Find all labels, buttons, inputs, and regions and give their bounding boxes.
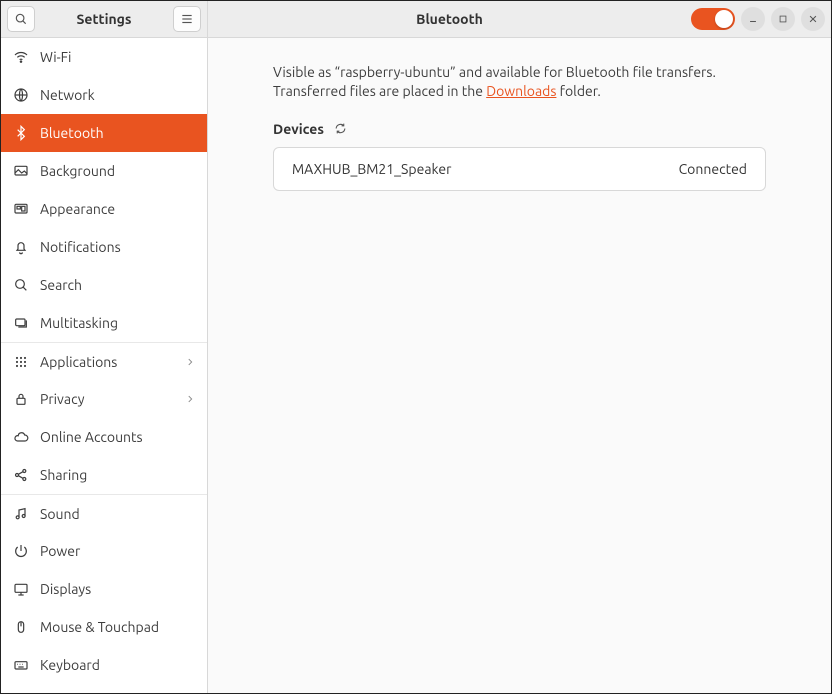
sidebar-item-label: Sound: [40, 506, 195, 522]
sidebar-item-label: Bluetooth: [40, 125, 195, 141]
sidebar-header: Settings: [1, 1, 207, 38]
device-status: Connected: [679, 161, 747, 177]
apps-icon: [13, 354, 29, 370]
chevron-right-icon: [185, 357, 195, 367]
sidebar-item-displays[interactable]: Displays: [1, 570, 207, 608]
devices-label: Devices: [273, 121, 324, 137]
bell-icon: [13, 239, 29, 255]
sidebar-item-label: Background: [40, 163, 195, 179]
sidebar-item-label: Appearance: [40, 201, 195, 217]
sidebar-item-label: Multitasking: [40, 315, 195, 331]
sidebar-item-network[interactable]: Network: [1, 76, 207, 114]
close-icon: [808, 14, 818, 24]
appearance-icon: [13, 201, 29, 217]
menu-button[interactable]: [173, 6, 201, 32]
multitask-icon: [13, 315, 29, 331]
hamburger-icon: [180, 12, 194, 26]
content: Visible as “raspberry-ubuntu” and availa…: [208, 38, 831, 191]
sidebar-item-mouse[interactable]: Mouse & Touchpad: [1, 608, 207, 646]
refresh-icon: [334, 122, 347, 135]
bluetooth-toggle[interactable]: [691, 8, 735, 30]
sidebar-item-applications[interactable]: Applications: [1, 342, 207, 380]
cloud-icon: [13, 429, 29, 445]
power-icon: [13, 543, 29, 559]
search-button[interactable]: [7, 6, 35, 32]
sound-icon: [13, 506, 29, 522]
background-icon: [13, 163, 29, 179]
sidebar-item-label: Sharing: [40, 467, 195, 483]
page-title: Bluetooth: [214, 11, 685, 27]
sidebar-item-label: Wi-Fi: [40, 49, 195, 65]
sidebar-title: Settings: [41, 11, 167, 27]
sidebar-item-label: Power: [40, 543, 195, 559]
displays-icon: [13, 581, 29, 597]
devices-header: Devices: [273, 121, 766, 137]
minimize-icon: [748, 14, 758, 24]
visibility-description: Visible as “raspberry-ubuntu” and availa…: [273, 63, 766, 101]
toggle-knob: [715, 10, 733, 28]
sidebar-item-sharing[interactable]: Sharing: [1, 456, 207, 494]
device-list: MAXHUB_BM21_Speaker Connected: [273, 147, 766, 191]
sidebar-item-label: Privacy: [40, 391, 174, 407]
globe-icon: [13, 87, 29, 103]
downloads-link[interactable]: Downloads: [486, 83, 556, 99]
sidebar-item-label: Displays: [40, 581, 195, 597]
sidebar-item-privacy[interactable]: Privacy: [1, 380, 207, 418]
sidebar-item-bluetooth[interactable]: Bluetooth: [1, 114, 207, 152]
sidebar-item-search[interactable]: Search: [1, 266, 207, 304]
sidebar-item-wifi[interactable]: Wi-Fi: [1, 38, 207, 76]
sidebar-item-notifications[interactable]: Notifications: [1, 228, 207, 266]
keyboard-icon: [13, 657, 29, 673]
sidebar-item-multitasking[interactable]: Multitasking: [1, 304, 207, 342]
device-row[interactable]: MAXHUB_BM21_Speaker Connected: [274, 148, 765, 190]
chevron-right-icon: [185, 394, 195, 404]
main: Bluetooth Visible as “: [208, 1, 831, 693]
sidebar-item-label: Network: [40, 87, 195, 103]
sidebar-item-label: Online Accounts: [40, 429, 195, 445]
share-icon: [13, 467, 29, 483]
sidebar-item-label: Notifications: [40, 239, 195, 255]
sidebar-item-label: Mouse & Touchpad: [40, 619, 195, 635]
sidebar-item-keyboard[interactable]: Keyboard: [1, 646, 207, 684]
mouse-icon: [13, 619, 29, 635]
search-icon: [14, 12, 28, 26]
wifi-icon: [13, 49, 29, 65]
search-icon: [13, 277, 29, 293]
lock-icon: [13, 391, 29, 407]
sidebar-item-label: Keyboard: [40, 657, 195, 673]
sidebar-item-label: Search: [40, 277, 195, 293]
main-header: Bluetooth: [208, 1, 831, 38]
sidebar-item-appearance[interactable]: Appearance: [1, 190, 207, 228]
sidebar-item-power[interactable]: Power: [1, 532, 207, 570]
minimize-button[interactable]: [741, 7, 765, 31]
close-button[interactable]: [801, 7, 825, 31]
sidebar-list: Wi-Fi Network Bluetooth Background: [1, 38, 207, 693]
bluetooth-icon: [13, 125, 29, 141]
sidebar-item-background[interactable]: Background: [1, 152, 207, 190]
maximize-button[interactable]: [771, 7, 795, 31]
maximize-icon: [778, 14, 788, 24]
sidebar: Settings Wi-Fi Network: [1, 1, 208, 693]
sidebar-item-sound[interactable]: Sound: [1, 494, 207, 532]
device-name: MAXHUB_BM21_Speaker: [292, 161, 451, 177]
sidebar-item-online-accounts[interactable]: Online Accounts: [1, 418, 207, 456]
desc-text-post: folder.: [556, 83, 600, 99]
sidebar-item-label: Applications: [40, 354, 174, 370]
